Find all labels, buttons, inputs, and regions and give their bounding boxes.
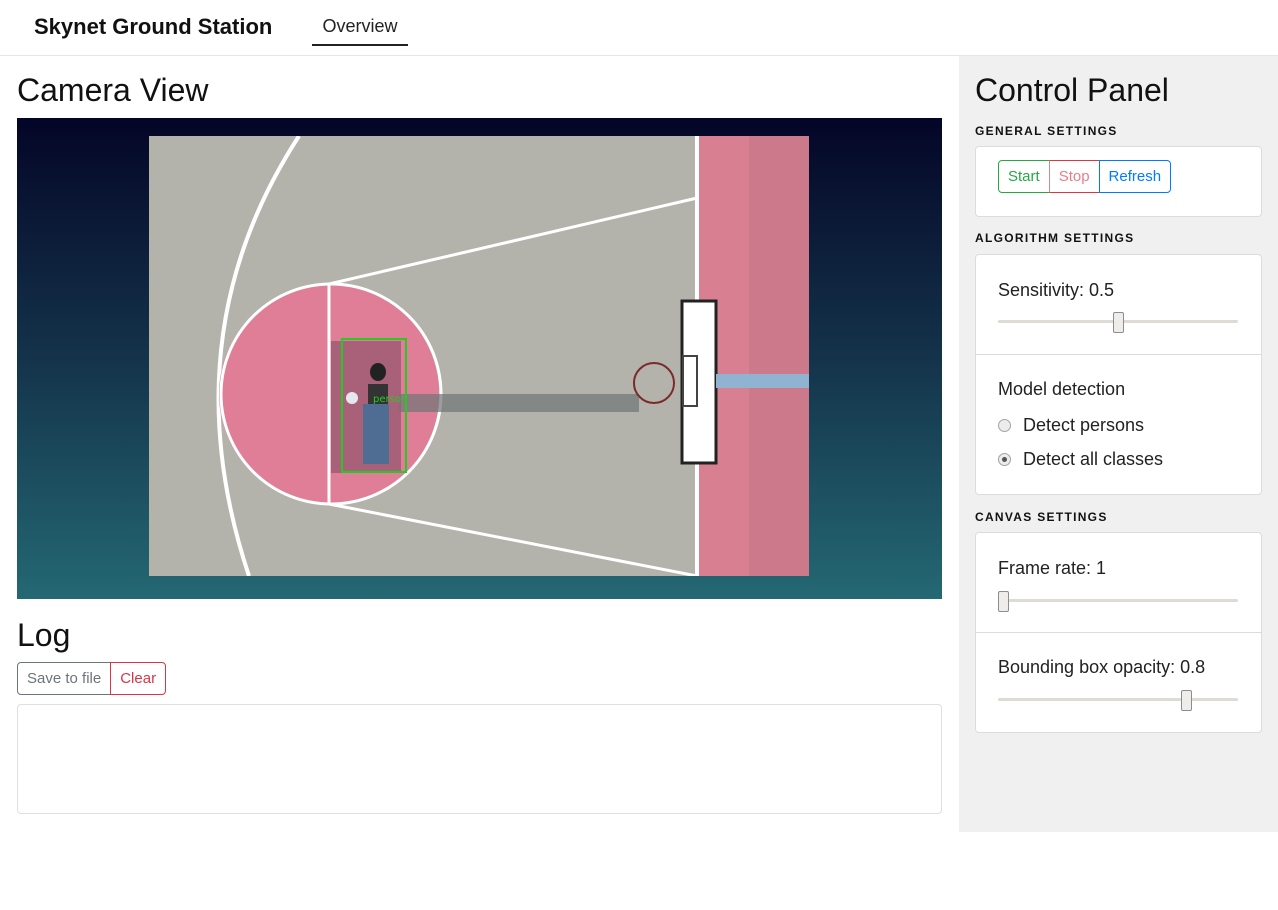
general-settings-card: Start Stop Refresh <box>975 146 1262 217</box>
radio-label: Detect persons <box>1023 415 1145 435</box>
stop-button[interactable]: Stop <box>1048 160 1100 193</box>
slider-thumb[interactable] <box>1112 312 1124 333</box>
frame-rate-slider[interactable] <box>998 591 1238 612</box>
camera-view-title: Camera View <box>17 72 209 108</box>
clear-log-button[interactable]: Clear <box>110 662 167 695</box>
sensitivity-label: Sensitivity: 0.5 <box>998 280 1115 300</box>
frame-rate-label: Frame rate: 1 <box>998 558 1107 578</box>
general-button-group: Start Stop Refresh <box>998 160 1172 193</box>
radio-detect-persons[interactable]: Detect persons <box>998 415 1144 436</box>
slider-track <box>998 599 1238 602</box>
radio-button-checked-icon[interactable] <box>998 453 1011 466</box>
camera-frame: person <box>149 136 809 576</box>
save-to-file-button[interactable]: Save to file <box>17 662 112 695</box>
radio-detect-all-classes[interactable]: Detect all classes <box>998 449 1163 470</box>
log-title: Log <box>17 617 71 653</box>
app-brand[interactable]: Skynet Ground Station <box>34 14 272 40</box>
model-detection-row: Model detection Detect persons Detect al… <box>976 355 1261 494</box>
canvas-settings-label: CANVAS SETTINGS <box>975 510 1108 524</box>
slider-track <box>998 698 1238 701</box>
control-panel: Control Panel GENERAL SETTINGS Start Sto… <box>959 56 1278 832</box>
radio-button-icon[interactable] <box>998 419 1011 432</box>
bounding-box-opacity-label: Bounding box opacity: 0.8 <box>998 657 1206 677</box>
log-output[interactable] <box>17 704 942 814</box>
start-button[interactable]: Start <box>998 160 1050 193</box>
tab-overview[interactable]: Overview <box>312 14 408 46</box>
frame-rate-row: Frame rate: 1 <box>976 533 1261 633</box>
slider-thumb[interactable] <box>1181 690 1193 711</box>
detection-label: person <box>373 394 407 405</box>
bounding-box-opacity-slider[interactable] <box>998 690 1238 711</box>
sensitivity-row: Sensitivity: 0.5 <box>976 255 1261 355</box>
canvas-settings-card: Frame rate: 1 Bounding box opacity: 0.8 <box>975 532 1262 733</box>
camera-view: person <box>17 118 942 599</box>
log-button-group: Save to file Clear <box>17 662 167 695</box>
radio-label: Detect all classes <box>1023 449 1164 469</box>
algorithm-settings-card: Sensitivity: 0.5 Model detection Detect … <box>975 254 1262 495</box>
opacity-row: Bounding box opacity: 0.8 <box>976 633 1261 732</box>
refresh-button[interactable]: Refresh <box>1098 160 1172 193</box>
general-settings-label: GENERAL SETTINGS <box>975 124 1118 138</box>
slider-thumb[interactable] <box>998 591 1009 612</box>
control-panel-title: Control Panel <box>975 72 1169 108</box>
model-detection-label: Model detection <box>998 379 1126 399</box>
top-navbar: Skynet Ground Station Overview <box>0 0 1278 56</box>
sensitivity-slider[interactable] <box>998 312 1238 333</box>
algorithm-settings-label: ALGORITHM SETTINGS <box>975 231 1135 245</box>
